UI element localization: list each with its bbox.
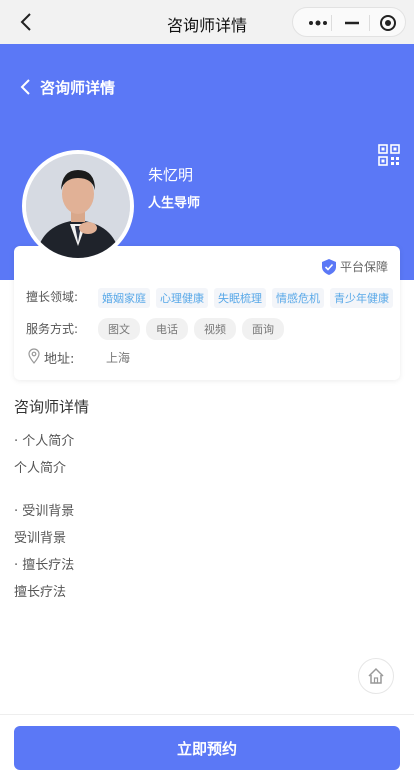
target-icon[interactable]	[377, 13, 399, 33]
header-subtitle[interactable]: 咨询师详情	[40, 77, 115, 98]
top-nav-bar: 咨询师详情	[0, 0, 414, 44]
field-tags: 婚姻家庭 心理健康 失眠梳理 情感危机 青少年健康	[98, 288, 393, 308]
field-tag[interactable]: 青少年健康	[330, 288, 393, 308]
home-icon	[368, 667, 384, 684]
service-tag[interactable]: 图文	[98, 318, 140, 340]
therapy-heading: · 擅长疗法	[14, 558, 75, 573]
capsule-divider	[331, 15, 332, 31]
intro-text: 个人简介	[14, 461, 67, 476]
chevron-left-icon[interactable]	[18, 78, 32, 96]
address-label: 地址:	[44, 352, 75, 367]
details-title: 咨询师详情	[14, 398, 90, 416]
training-heading: · 受训背景	[14, 504, 75, 519]
guarantee-label: 平台保障	[339, 260, 388, 274]
info-card: 平台保障 擅长领域: 婚姻家庭 心理健康 失眠梳理 情感危机 青少年健康 服务方…	[14, 246, 400, 380]
minus-icon[interactable]	[341, 13, 363, 33]
field-label: 擅长领域:	[26, 290, 79, 304]
service-tag[interactable]: 电话	[146, 318, 188, 340]
counselor-name: 朱忆明	[148, 166, 194, 184]
address-value: 上海	[106, 351, 131, 365]
field-tag[interactable]: 情感危机	[272, 288, 324, 308]
field-tag[interactable]: 失眠梳理	[214, 288, 266, 308]
book-now-button[interactable]: 立即预约	[14, 726, 400, 770]
footer-divider	[0, 714, 414, 715]
qr-code-icon[interactable]	[378, 144, 400, 166]
platform-guarantee: 平台保障	[321, 258, 388, 275]
service-tag[interactable]: 视频	[194, 318, 236, 340]
shield-check-icon	[321, 258, 336, 275]
home-button[interactable]	[358, 658, 394, 694]
capsule-divider	[369, 15, 370, 31]
service-tags: 图文 电话 视频 面询	[98, 318, 284, 340]
service-label: 服务方式:	[26, 322, 79, 336]
intro-heading: · 个人简介	[14, 434, 75, 449]
therapy-text: 擅长疗法	[14, 585, 67, 600]
capsule-menu	[292, 7, 406, 37]
location-pin-icon	[28, 348, 40, 364]
avatar	[22, 150, 134, 262]
more-dots-icon[interactable]	[305, 13, 331, 33]
counselor-role: 人生导师	[148, 196, 201, 211]
field-tag[interactable]: 婚姻家庭	[98, 288, 150, 308]
field-tag[interactable]: 心理健康	[156, 288, 208, 308]
training-text: 受训背景	[14, 531, 67, 546]
avatar-portrait	[26, 154, 130, 258]
service-tag[interactable]: 面询	[242, 318, 284, 340]
